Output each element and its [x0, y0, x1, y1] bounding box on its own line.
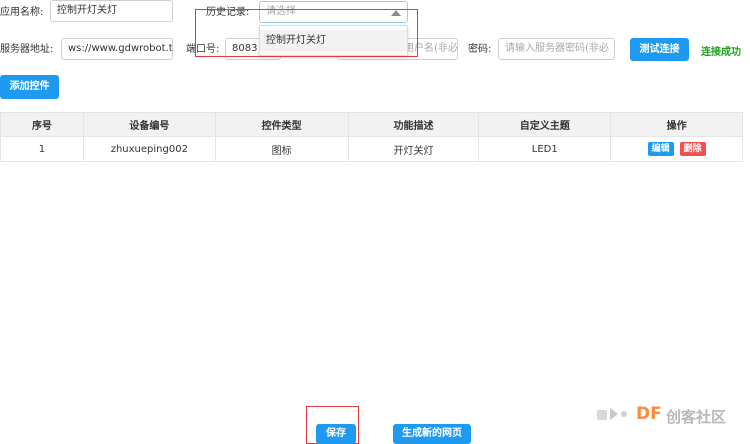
add-control-button[interactable]: 添加控件 [0, 75, 59, 99]
server-label: 服务器地址: [0, 44, 54, 55]
watermark-text: 创客社区 [666, 408, 727, 426]
app-name-input[interactable]: 控制开灯关灯 [50, 0, 173, 22]
column-header: 控件类型 [214, 112, 349, 137]
watermark: DF 创客社区 [596, 402, 746, 426]
watermark-logo-text: DF [636, 404, 662, 424]
edit-button[interactable]: 编辑 [647, 142, 674, 156]
generate-page-button[interactable]: 生成新的网页 [393, 424, 471, 444]
row-device-id: zhuxueping002 [82, 136, 216, 162]
test-connect-button[interactable]: 测试连接 [630, 38, 689, 61]
table-header-row: 序号 设备编号 控件类型 功能描述 自定义主题 操作 [0, 112, 743, 137]
controls-table: 序号 设备编号 控件类型 功能描述 自定义主题 操作 1 zhuxueping0… [0, 112, 743, 162]
delete-button[interactable]: 删除 [679, 142, 706, 156]
watermark-logo-icon [597, 408, 627, 420]
row-control-type: 图标 [214, 136, 349, 162]
app-name-label: 应用名称: [0, 7, 44, 18]
row-topic: LED1 [478, 136, 612, 162]
connect-status: 连接成功 [701, 47, 741, 58]
column-header: 设备编号 [82, 112, 216, 137]
save-button[interactable]: 保存 [316, 424, 356, 444]
row-actions: 编辑 删除 [610, 136, 743, 162]
column-header: 序号 [0, 112, 84, 137]
column-header: 操作 [610, 112, 743, 137]
row-index: 1 [0, 136, 84, 162]
server-input[interactable]: ws://www.gdwrobot.top [61, 38, 173, 60]
password-label: 密码: [468, 44, 492, 55]
row-description: 开灯关灯 [347, 136, 480, 162]
table-row: 1 zhuxueping002 图标 开灯关灯 LED1 编辑 删除 [0, 136, 743, 162]
history-highlight [195, 9, 418, 57]
password-input[interactable]: 请输入服务器密码(非必 [498, 38, 615, 60]
column-header: 自定义主题 [478, 112, 612, 137]
column-header: 功能描述 [347, 112, 480, 137]
